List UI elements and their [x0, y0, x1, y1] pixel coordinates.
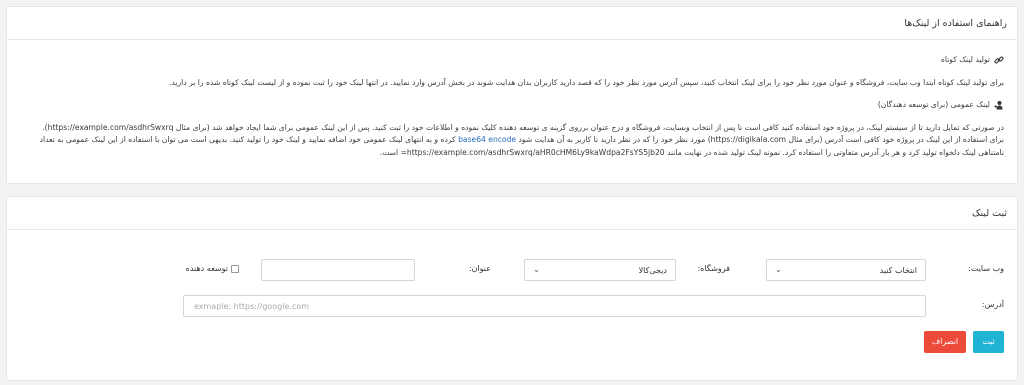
developer-label: توسعه دهنده [185, 264, 228, 273]
developer-checkbox[interactable] [231, 264, 239, 273]
store-label: فروشگاه: [697, 264, 730, 273]
title-input[interactable] [261, 259, 415, 281]
guide-panel-body: تولید لینک کوتاه برای تولید لینک کوتاه ا… [7, 40, 1017, 159]
short-link-text: برای تولید لینک کوتاه ابتدا وب سایت، فرو… [169, 77, 1004, 87]
public-link-line-3: نامتناهی لینک دلخواه تولید کرد و هر بار … [379, 147, 1004, 157]
short-link-section-title: تولید لینک کوتاه [20, 54, 1004, 67]
public-link-line-2b: کرده و به انتهای لینک عمومی خود اضافه نم… [39, 135, 456, 144]
address-label: آدرس: [981, 300, 1004, 309]
website-label: وب سایت: [968, 264, 1004, 273]
store-select[interactable]: دیجی‌کالا ⌄ [524, 259, 676, 281]
chevron-down-icon: ⌄ [533, 265, 540, 274]
guide-panel-title: راهنمای استفاده از لینک‌ها [7, 7, 1017, 40]
public-link-title: لینک عمومی (برای توسعه دهندگان) [877, 100, 990, 109]
address-row: آدرس: exmaple: https://google.com [20, 295, 1004, 317]
public-link-text: در صورتی که تمایل دارید تا از سیستم لینک… [20, 122, 1004, 160]
developer-option[interactable]: توسعه دهنده [186, 264, 239, 273]
address-input[interactable]: exmaple: https://google.com [183, 295, 926, 317]
cancel-button[interactable]: انصراف [924, 331, 966, 353]
register-link-panel: ثبت لینک وب سایت: انتخاب کنید ⌄ فروشگاه:… [6, 196, 1018, 381]
selection-row: وب سایت: انتخاب کنید ⌄ فروشگاه: دیجی‌کال… [20, 259, 1004, 281]
public-link-line-1: در صورتی که تمایل دارید تا از سیستم لینک… [42, 122, 1004, 132]
short-link-title: تولید لینک کوتاه [940, 55, 990, 64]
public-link-line-2: برای استفاده از این لینک در پروژه خود کا… [20, 134, 1004, 147]
chevron-down-icon: ⌄ [775, 265, 782, 274]
base64-encode-link[interactable]: base64 encode [458, 135, 516, 144]
user-plus-icon [994, 100, 1004, 110]
website-select-value: انتخاب کنید [879, 266, 917, 275]
guide-panel: راهنمای استفاده از لینک‌ها تولید لینک کو… [6, 6, 1018, 184]
public-link-section-title: لینک عمومی (برای توسعه دهندگان) [20, 99, 1004, 112]
title-label: عنوان: [468, 264, 491, 273]
link-icon [994, 55, 1004, 65]
public-link-line-2a: برای استفاده از این لینک در پروژه خود کا… [518, 135, 1005, 144]
store-select-value: دیجی‌کالا [638, 266, 667, 275]
website-select[interactable]: انتخاب کنید ⌄ [766, 259, 926, 281]
register-link-title: ثبت لینک [7, 197, 1017, 230]
save-button[interactable]: ثبت [973, 331, 1004, 353]
